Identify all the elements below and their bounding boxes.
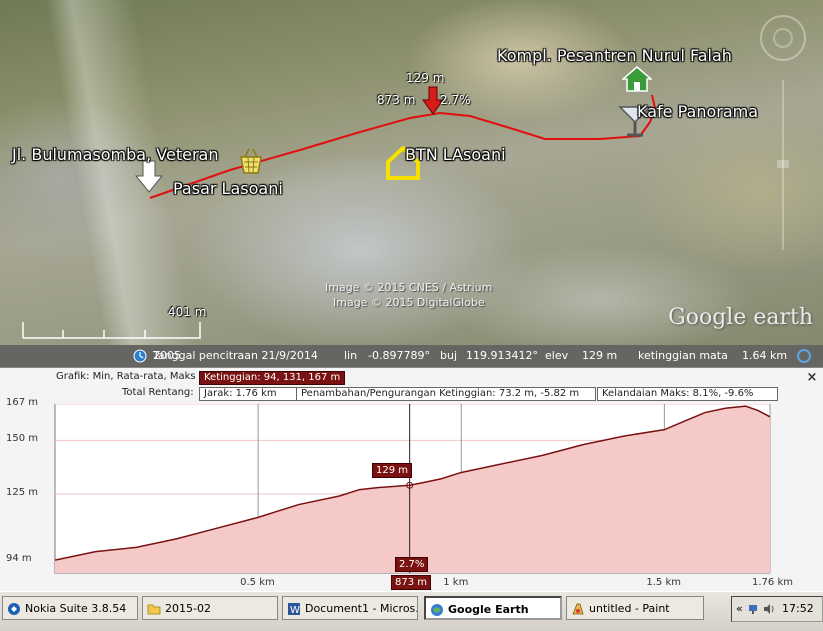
cursor-elevation-tag: 129 m <box>372 463 413 478</box>
nokia-icon <box>8 603 20 615</box>
distance-box: Jarak: 1.76 km <box>199 387 297 401</box>
folder-icon <box>147 604 161 615</box>
google-earth-logo: Google earth <box>668 305 813 330</box>
task-label: Google Earth <box>448 603 529 616</box>
cursor-slope-tag: 2.7% <box>395 557 429 572</box>
max-slope-box: Kelandaian Maks: 8.1%, -9.6% <box>597 387 778 401</box>
close-profile-button[interactable]: × <box>805 371 819 385</box>
copyright-digitalglobe: Image © 2015 DigitalGlobe <box>333 296 485 309</box>
lat-value: -0.897789° <box>368 349 430 362</box>
gain-loss-box: Penambahan/Pengurangan Ketinggian: 73.2 … <box>296 387 596 401</box>
tray-expand-button[interactable]: « <box>736 597 743 621</box>
google-earth-icon <box>431 604 443 616</box>
streaming-indicator-icon <box>797 349 811 363</box>
y-tick-label: 94 m <box>6 553 32 565</box>
cursor-elevation-readout: 129 m <box>406 71 445 85</box>
lon-value: 119.913412° <box>466 349 538 362</box>
cursor-distance-readout: 873 m <box>377 93 416 107</box>
map-status-bar: 2005 Tanggal pencitraan 21/9/2014 lin -0… <box>0 345 823 367</box>
label-pasar-lasoani[interactable]: Pasar Lasoani <box>173 179 283 198</box>
y-tick-label: 150 m <box>6 433 39 445</box>
elev-value: 129 m <box>582 349 618 362</box>
network-icon[interactable] <box>748 602 762 616</box>
eye-alt-label: ketinggian mata <box>638 349 728 362</box>
task-label: Document1 - Micros... <box>305 602 418 615</box>
arrow-down-white-icon[interactable] <box>134 160 164 194</box>
task-paint[interactable]: untitled - Paint <box>566 596 704 620</box>
shopping-basket-icon[interactable] <box>235 147 267 175</box>
word-icon: W <box>288 603 300 616</box>
navigation-control[interactable] <box>760 15 806 250</box>
paint-icon <box>572 603 584 615</box>
cursor-slope-readout: 2.7% <box>440 93 471 107</box>
task-word-document[interactable]: W Document1 - Micros... <box>282 596 418 620</box>
label-kafe-panorama[interactable]: Kafe Panorama <box>637 102 758 121</box>
range-label: Total Rentang: <box>122 387 194 398</box>
task-folder-2015-02[interactable]: 2015-02 <box>142 596 278 620</box>
elev-label: elev <box>545 349 569 362</box>
graph-value: Ketinggian: 94, 131, 167 m <box>199 371 346 385</box>
x-tick-label: 1.76 km <box>752 577 793 588</box>
task-nokia-suite[interactable]: Nokia Suite 3.8.54 <box>2 596 138 620</box>
x-tick-label: 1 km <box>443 577 469 588</box>
volume-icon[interactable] <box>762 602 776 616</box>
clock-icon[interactable] <box>133 349 147 363</box>
task-google-earth[interactable]: Google Earth <box>424 596 562 620</box>
lat-label: lin <box>344 349 358 362</box>
task-label: untitled - Paint <box>589 602 670 615</box>
house-green-icon[interactable] <box>622 66 652 92</box>
task-label: 2015-02 <box>165 602 211 615</box>
copyright-cnes: Image © 2015 CNES / Astrium <box>325 281 493 294</box>
summary-row-range: Total Rentang: Jarak: 1.76 km Penambahan… <box>0 387 790 401</box>
map-view[interactable]: Kompl. Pesantren Nurul Falah Kafe Panora… <box>0 0 823 345</box>
label-jl-bulumasomba[interactable]: Jl. Bulumasomba, Veteran <box>12 145 218 164</box>
taskbar: Nokia Suite 3.8.54 2015-02 W Document1 -… <box>0 591 823 631</box>
graph-label: Grafik: Min, Rata-rata, Maks <box>56 371 196 382</box>
summary-row-graph: Grafik: Min, Rata-rata, Maks Ketinggian:… <box>0 371 790 385</box>
scale-label: 401 m <box>168 305 207 319</box>
eye-alt-value: 1.64 km <box>742 349 788 362</box>
lon-label: buj <box>440 349 458 362</box>
scale-bar <box>22 322 201 339</box>
x-tick-label: 0.5 km <box>240 577 275 588</box>
y-tick-label: 125 m <box>6 486 39 498</box>
cursor-distance-tag: 873 m <box>391 575 432 590</box>
clock[interactable]: 17:52 <box>782 597 814 621</box>
system-tray: « 17:52 <box>731 596 823 622</box>
y-tick-label: 167 m <box>6 397 39 408</box>
label-kompl-pesantren[interactable]: Kompl. Pesantren Nurul Falah <box>497 46 732 65</box>
imagery-date: Tanggal pencitraan 21/9/2014 <box>153 349 318 362</box>
x-tick-label: 1.5 km <box>646 577 681 588</box>
task-label: Nokia Suite 3.8.54 <box>25 602 127 615</box>
svg-text:W: W <box>290 605 300 616</box>
label-btn-lasoani[interactable]: BTN LAsoani <box>405 145 506 164</box>
